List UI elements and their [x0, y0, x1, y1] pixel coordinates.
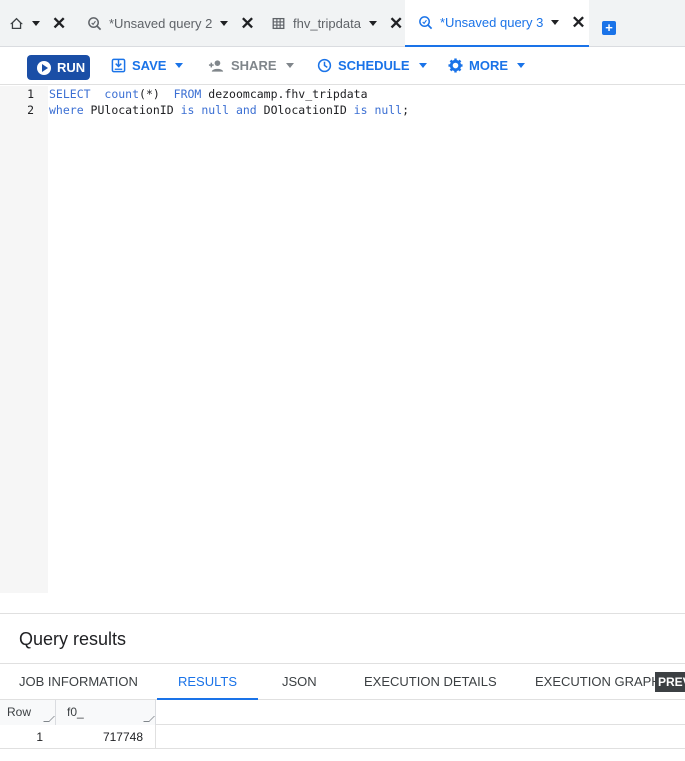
schedule-button[interactable]: SCHEDULE: [317, 58, 427, 73]
close-icon[interactable]: ✕: [52, 15, 66, 32]
code-line[interactable]: SELECT count(*) FROM dezoomcamp.fhv_trip…: [49, 87, 368, 101]
home-icon: [8, 16, 24, 32]
code-line[interactable]: where PUlocationID is null and DOlocatio…: [49, 103, 409, 117]
line-number: 2: [27, 103, 34, 117]
more-label: MORE: [469, 58, 508, 73]
chevron-down-icon[interactable]: [368, 21, 377, 26]
run-label: RUN: [57, 60, 86, 75]
resize-handle-icon[interactable]: [143, 716, 155, 722]
more-button[interactable]: MORE: [448, 58, 525, 73]
tab-execution-graph[interactable]: EXECUTION GRAPH: [535, 664, 661, 700]
query-toolbar: RUN SAVE SHARE SCHEDULE MORE: [0, 48, 685, 85]
tab-unsaved-query-2[interactable]: *Unsaved query 2 ✕: [86, 0, 255, 47]
gear-icon: [448, 58, 463, 73]
close-icon[interactable]: ✕: [389, 15, 403, 32]
table-icon: [270, 16, 286, 32]
tab-fhv-tripdata[interactable]: fhv_tripdata ✕: [270, 0, 403, 47]
tab-unsaved-query-3[interactable]: *Unsaved query 3 ✕: [405, 0, 589, 47]
save-button[interactable]: SAVE: [111, 58, 184, 73]
schedule-label: SCHEDULE: [338, 58, 410, 73]
chevron-down-icon[interactable]: [220, 21, 229, 26]
tab-json[interactable]: JSON: [282, 664, 317, 700]
save-label: SAVE: [132, 58, 167, 73]
column-header-row[interactable]: Row: [0, 700, 56, 725]
query-icon: [86, 16, 102, 32]
line-number: 1: [27, 87, 34, 101]
tab-results[interactable]: RESULTS: [157, 664, 258, 700]
query-icon: [417, 15, 433, 31]
line-number-gutter: 1 2: [0, 86, 48, 593]
result-cell[interactable]: 717748: [56, 725, 143, 749]
tab-execution-details[interactable]: EXECUTION DETAILS: [364, 664, 497, 700]
preview-badge: PREV: [655, 672, 685, 692]
sql-editor[interactable]: 1 2 SELECT count(*) FROM dezoomcamp.fhv_…: [0, 86, 685, 613]
column-header-f0[interactable]: f0_: [56, 700, 156, 725]
chevron-down-icon: [285, 63, 294, 68]
run-button[interactable]: RUN: [27, 55, 90, 80]
resize-handle-icon[interactable]: [43, 716, 55, 722]
home-tab[interactable]: ✕: [8, 0, 66, 47]
column-label: f0_: [67, 705, 84, 719]
tab-job-information[interactable]: JOB INFORMATION: [19, 664, 138, 700]
chevron-down-icon[interactable]: [551, 20, 560, 25]
add-tab-button[interactable]: +: [602, 21, 616, 35]
query-tab-bar: ✕ *Unsaved query 2 ✕ fhv_tripdata ✕ *Uns…: [0, 0, 685, 47]
query-results-title: Query results: [19, 629, 127, 649]
results-grid-header: Row f0_: [0, 700, 685, 725]
table-row: 1 717748: [0, 725, 685, 749]
add-person-icon: [208, 59, 225, 73]
tab-label: *Unsaved query 2: [109, 16, 213, 31]
close-icon[interactable]: ✕: [571, 14, 585, 31]
share-label: SHARE: [231, 58, 277, 73]
row-number: 1: [36, 730, 43, 744]
clock-icon: [317, 58, 332, 73]
share-button[interactable]: SHARE: [208, 58, 294, 73]
tab-label: fhv_tripdata: [293, 16, 361, 31]
tab-label: *Unsaved query 3: [440, 15, 544, 30]
chevron-down-icon: [517, 63, 525, 68]
results-tabs: JOB INFORMATION RESULTS JSON EXECUTION D…: [0, 663, 685, 700]
chevron-down-icon[interactable]: [32, 21, 40, 26]
chevron-down-icon: [418, 63, 427, 68]
query-results-header: Query results: [0, 613, 685, 663]
close-icon[interactable]: ✕: [240, 15, 254, 32]
save-icon: [111, 58, 126, 73]
play-icon: [37, 60, 51, 75]
column-label: Row: [7, 705, 32, 719]
chevron-down-icon: [175, 63, 184, 68]
column-divider: [155, 725, 156, 749]
